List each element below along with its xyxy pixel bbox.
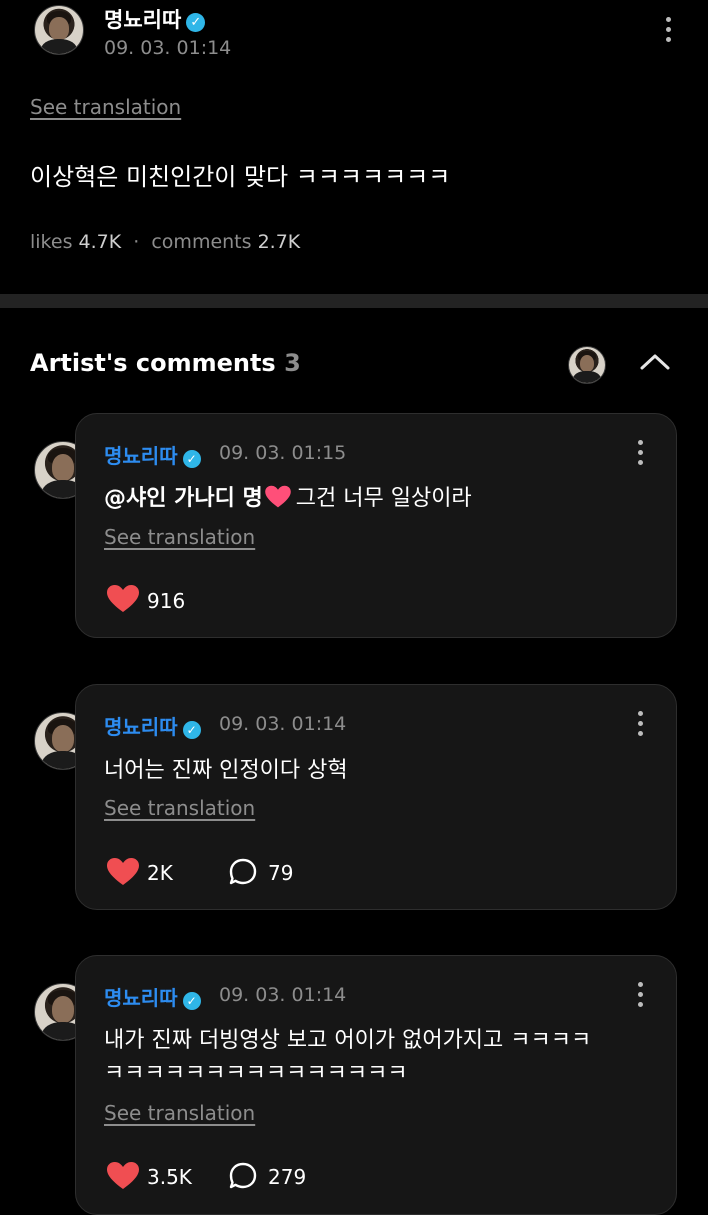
comment-author-name[interactable]: 명뇨리따 — [104, 715, 178, 739]
comment-card: 명뇨리따 ✓ 09. 03. 01:14 내가 진짜 더빙영상 보고 어이가 없… — [75, 955, 677, 1215]
more-options-icon[interactable] — [638, 711, 644, 741]
post-timestamp: 09. 03. 01:14 — [104, 37, 232, 59]
verified-badge-icon: ✓ — [186, 13, 206, 32]
likes-count: 4.7K — [78, 231, 122, 253]
more-options-icon[interactable] — [666, 17, 672, 47]
chevron-up-icon[interactable] — [640, 352, 670, 372]
reply-count: 279 — [268, 1165, 307, 1189]
section-divider — [0, 294, 708, 308]
comment-bubble-icon[interactable] — [228, 1161, 258, 1191]
comment-text-line-2: ㅋㅋㅋㅋㅋㅋㅋㅋㅋㅋㅋㅋㅋㅋㅋ — [104, 1061, 408, 1086]
mention[interactable]: @샤인 가나디 명 — [104, 486, 263, 511]
stats-separator: · — [133, 231, 140, 253]
reply-count: 79 — [268, 861, 294, 885]
artist-avatar-small[interactable] — [568, 346, 606, 384]
comment-author[interactable]: 명뇨리따 ✓ — [104, 440, 201, 469]
likes-label: likes — [30, 231, 73, 253]
heart-icon[interactable] — [106, 584, 140, 614]
see-translation-link[interactable]: See translation — [104, 1101, 255, 1125]
section-count: 3 — [284, 349, 301, 377]
comment-author-name[interactable]: 명뇨리따 — [104, 986, 178, 1010]
comment-card: 명뇨리따 ✓ 09. 03. 01:14 너어는 진짜 인정이다 상혁 See … — [75, 684, 677, 910]
comment-text-line-1: 내가 진짜 더빙영상 보고 어이가 없어가지고 ㅋㅋㅋㅋ — [104, 1028, 592, 1053]
verified-badge-icon: ✓ — [182, 991, 201, 1010]
comment-author[interactable]: 명뇨리따 ✓ — [104, 711, 201, 740]
heart-icon[interactable] — [106, 1161, 140, 1191]
artist-comments-header: Artist's comments 3 — [30, 349, 301, 377]
like-count: 2K — [147, 861, 173, 885]
more-options-icon[interactable] — [638, 440, 644, 470]
post-author[interactable]: 명뇨리따 ✓ — [104, 4, 206, 34]
heart-emoji — [264, 485, 291, 508]
comment-timestamp: 09. 03. 01:15 — [219, 442, 347, 464]
comment-timestamp: 09. 03. 01:14 — [219, 984, 347, 1006]
comment-author-name[interactable]: 명뇨리따 — [104, 444, 178, 468]
verified-badge-icon: ✓ — [182, 449, 201, 468]
comments-label[interactable]: comments — [151, 231, 251, 253]
verified-badge-icon: ✓ — [182, 720, 201, 739]
post-see-translation-link[interactable]: See translation — [30, 95, 181, 119]
comment-author[interactable]: 명뇨리따 ✓ — [104, 982, 201, 1011]
see-translation-link[interactable]: See translation — [104, 525, 255, 549]
like-count: 3.5K — [147, 1165, 192, 1189]
comment-timestamp: 09. 03. 01:14 — [219, 713, 347, 735]
like-count: 916 — [147, 589, 186, 613]
comment-text: @샤인 가나디 명 그건 너무 일상이라 — [104, 480, 472, 512]
heart-icon[interactable] — [106, 857, 140, 887]
see-translation-link[interactable]: See translation — [104, 796, 255, 820]
comment-card: 명뇨리따 ✓ 09. 03. 01:15 @샤인 가나디 명 그건 너무 일상이라… — [75, 413, 677, 638]
comments-count[interactable]: 2.7K — [258, 231, 301, 253]
comment-body: 그건 너무 일상이라 — [295, 486, 472, 511]
post-stats: likes 4.7K · comments 2.7K — [30, 231, 300, 253]
post-text: 이상혁은 미친인간이 맞다 ㅋㅋㅋㅋㅋㅋㅋ — [30, 163, 451, 191]
more-options-icon[interactable] — [638, 982, 644, 1012]
section-title: Artist's comments — [30, 349, 276, 377]
post-author-name[interactable]: 명뇨리따 — [104, 8, 181, 32]
comment-text: 너어는 진짜 인정이다 상혁 — [104, 758, 348, 783]
post-author-avatar[interactable] — [34, 5, 84, 55]
comment-bubble-icon[interactable] — [228, 857, 258, 887]
